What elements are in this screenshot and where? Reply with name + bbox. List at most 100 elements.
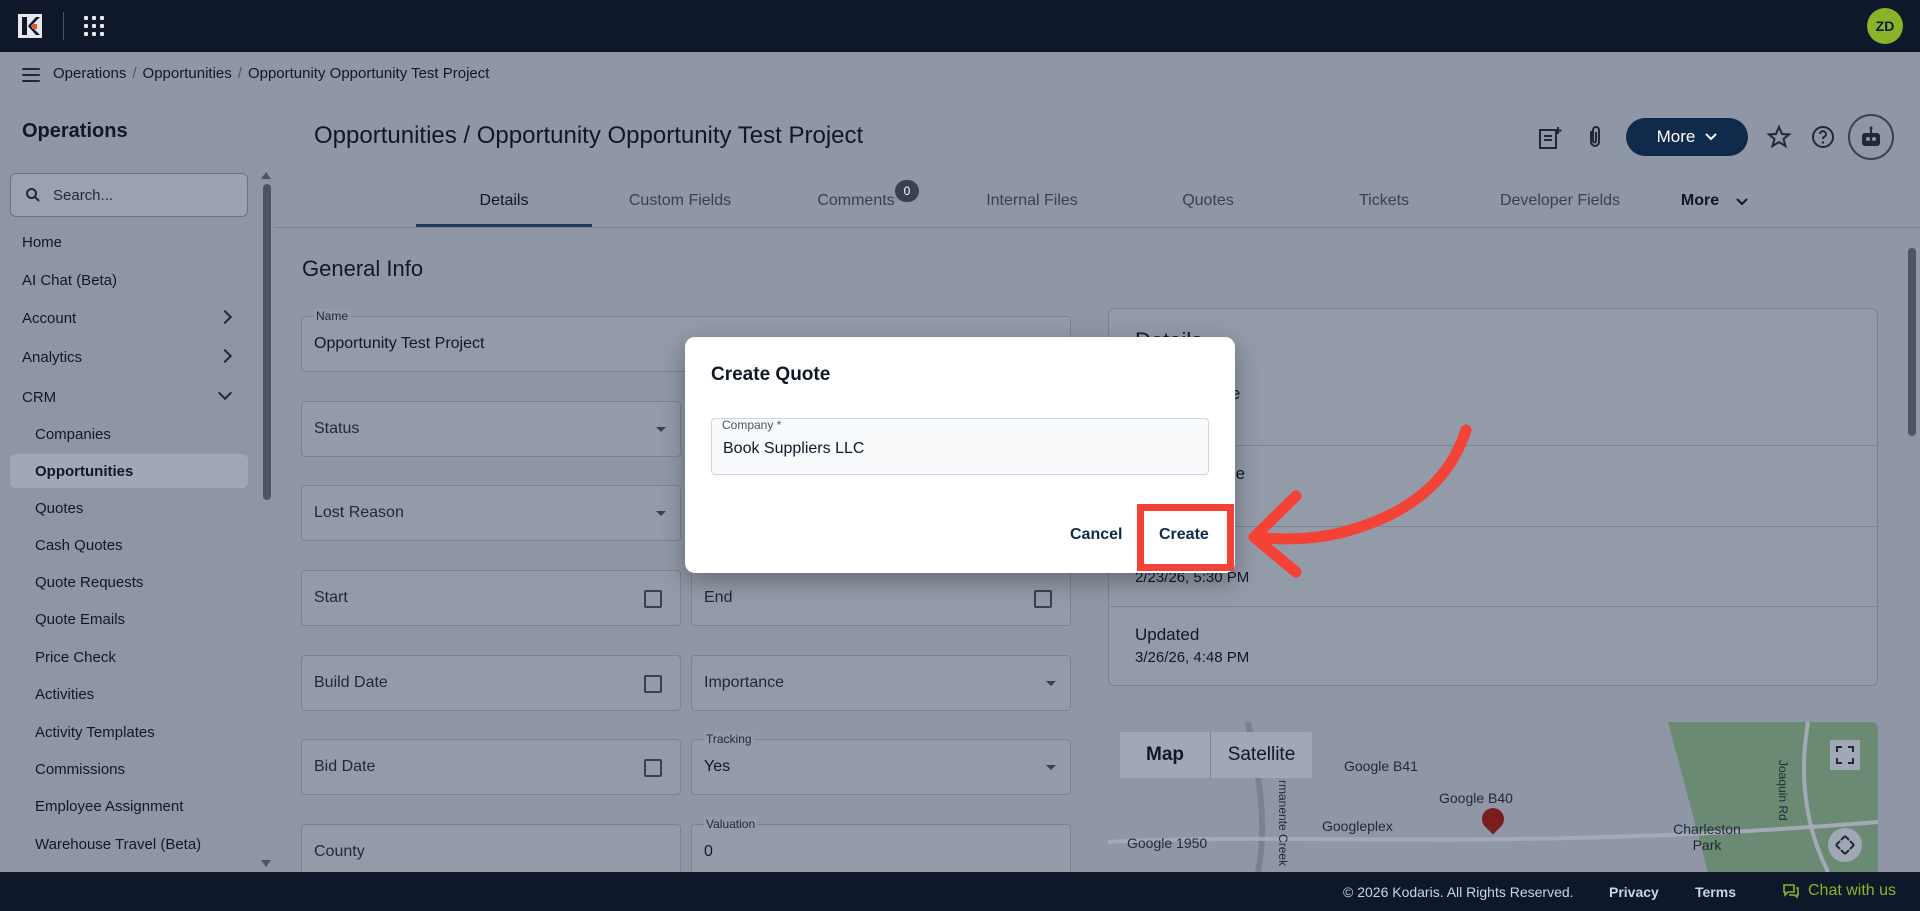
scroll-up-icon[interactable] xyxy=(261,172,271,179)
sidebar-search-input[interactable]: Search... xyxy=(10,173,248,217)
chevron-right-icon xyxy=(217,348,233,364)
end-date-field[interactable]: End xyxy=(691,570,1071,626)
calendar-icon[interactable] xyxy=(644,590,662,608)
sidebar-item-crm[interactable]: CRM xyxy=(22,389,56,406)
menu-hamburger-icon[interactable] xyxy=(22,68,40,82)
bid-date-field[interactable]: Bid Date xyxy=(301,739,681,795)
privacy-link[interactable]: Privacy xyxy=(1609,884,1659,900)
tab-developer-fields[interactable]: Developer Fields xyxy=(1472,192,1648,210)
chat-with-us-button[interactable]: Chat with us xyxy=(1782,882,1896,900)
comments-count-badge: 0 xyxy=(895,180,919,202)
top-bar xyxy=(0,0,1920,52)
lost-reason-select[interactable]: Lost Reason xyxy=(301,485,681,541)
tab-more[interactable]: More xyxy=(1680,192,1720,210)
dropdown-arrow-icon xyxy=(656,427,666,432)
sidebar-item-companies[interactable]: Companies xyxy=(35,426,111,443)
main-scroll-thumb[interactable] xyxy=(1908,248,1916,436)
valuation-label: Valuation xyxy=(704,817,758,831)
sidebar-title: Operations xyxy=(22,120,128,142)
cancel-button[interactable]: Cancel xyxy=(1070,526,1122,544)
chevron-down-icon[interactable] xyxy=(1736,198,1748,206)
apps-grid-icon[interactable] xyxy=(84,16,104,36)
sidebar-item-cash-quotes[interactable]: Cash Quotes xyxy=(35,537,123,554)
sidebar-item-home[interactable]: Home xyxy=(22,234,62,251)
page-title: Opportunities / Opportunity Opportunity … xyxy=(314,122,864,149)
more-actions-button[interactable]: More xyxy=(1626,118,1748,156)
attachment-icon[interactable] xyxy=(1582,124,1608,150)
lost-reason-placeholder: Lost Reason xyxy=(314,504,404,521)
tab-custom-fields[interactable]: Custom Fields xyxy=(592,192,768,210)
add-note-icon[interactable] xyxy=(1537,125,1563,151)
build-date-placeholder: Build Date xyxy=(314,674,388,691)
map-label-google-b40: Google B40 xyxy=(1439,790,1513,806)
bid-date-placeholder: Bid Date xyxy=(314,758,376,775)
map-label-charleston-park: Charleston Park xyxy=(1673,821,1741,853)
star-icon[interactable] xyxy=(1766,124,1792,150)
importance-placeholder: Importance xyxy=(704,674,785,691)
scroll-down-icon[interactable] xyxy=(261,860,271,867)
map-pan-control-icon[interactable] xyxy=(1828,828,1862,862)
start-placeholder: Start xyxy=(314,589,348,606)
sidebar-item-ai-chat[interactable]: AI Chat (Beta) xyxy=(22,272,117,289)
fullscreen-icon[interactable] xyxy=(1830,740,1860,770)
chat-icon xyxy=(1783,884,1799,899)
active-tab-indicator xyxy=(416,224,592,227)
satellite-tab[interactable]: Satellite xyxy=(1210,732,1312,778)
map-label-permanente-creek: rmanente Creek xyxy=(1276,780,1290,867)
status-select[interactable]: Status xyxy=(301,401,681,457)
build-date-field[interactable]: Build Date xyxy=(301,655,681,711)
help-icon[interactable] xyxy=(1810,124,1836,150)
tracking-value: Yes xyxy=(704,758,731,775)
top-divider xyxy=(63,12,64,40)
valuation-value: 0 xyxy=(704,843,713,860)
start-date-field[interactable]: Start xyxy=(301,570,681,626)
terms-link[interactable]: Terms xyxy=(1695,884,1736,900)
sidebar-item-price-check[interactable]: Price Check xyxy=(35,649,116,666)
tracking-select[interactable]: Tracking Yes xyxy=(691,732,1071,795)
breadcrumb-opportunities[interactable]: Opportunities xyxy=(143,65,232,82)
breadcrumb-current: Opportunity Opportunity Test Project xyxy=(247,65,490,82)
sidebar-item-account[interactable]: Account xyxy=(22,310,76,327)
sidebar-item-quote-emails[interactable]: Quote Emails xyxy=(35,611,125,628)
kodaris-logo-icon[interactable] xyxy=(18,14,42,38)
sidebar-item-opportunities[interactable]: Opportunities xyxy=(35,463,133,480)
breadcrumb-separator: / xyxy=(237,65,242,82)
sidebar-item-quotes[interactable]: Quotes xyxy=(35,500,83,517)
chevron-right-icon xyxy=(217,309,233,325)
breadcrumb-operations[interactable]: Operations xyxy=(53,65,126,82)
company-field[interactable]: Company * Book Suppliers LLC xyxy=(711,418,1209,475)
sidebar-item-analytics[interactable]: Analytics xyxy=(22,349,82,366)
tab-internal-files[interactable]: Internal Files xyxy=(944,192,1120,210)
dropdown-arrow-icon xyxy=(656,511,666,516)
sidebar-item-quote-requests[interactable]: Quote Requests xyxy=(35,574,143,591)
tab-quotes[interactable]: Quotes xyxy=(1120,192,1296,210)
user-avatar[interactable]: ZD xyxy=(1867,8,1903,44)
sidebar-item-employee-assignment[interactable]: Employee Assignment xyxy=(35,798,183,815)
map-label-googleplex: Googleplex xyxy=(1322,818,1393,834)
sidebar-item-activity-templates[interactable]: Activity Templates xyxy=(35,724,155,741)
robot-icon xyxy=(1862,126,1880,146)
details-updated-label: Updated xyxy=(1135,625,1200,644)
map-type-toggle: Map Satellite xyxy=(1120,732,1312,778)
importance-select[interactable]: Importance xyxy=(691,655,1071,711)
details-divider xyxy=(1108,606,1878,607)
tab-details[interactable]: Details xyxy=(416,192,592,210)
chevron-down-icon xyxy=(217,385,233,401)
calendar-icon[interactable] xyxy=(644,759,662,777)
tab-tickets[interactable]: Tickets xyxy=(1296,192,1472,210)
end-placeholder: End xyxy=(704,589,733,606)
sidebar-item-commissions[interactable]: Commissions xyxy=(35,761,125,778)
sidebar-scroll-thumb[interactable] xyxy=(263,184,271,500)
map-tab[interactable]: Map xyxy=(1120,732,1210,778)
copyright-text: © 2026 Kodaris. All Rights Reserved. xyxy=(1343,884,1574,900)
county-placeholder: County xyxy=(314,843,365,860)
ai-assistant-button[interactable] xyxy=(1848,114,1894,160)
calendar-icon[interactable] xyxy=(1034,590,1052,608)
map-label-google-b41: Google B41 xyxy=(1344,758,1418,774)
annotation-arrow-icon xyxy=(1248,424,1472,578)
more-button-label: More xyxy=(1656,127,1696,146)
calendar-icon[interactable] xyxy=(644,675,662,693)
sidebar-item-activities[interactable]: Activities xyxy=(35,686,94,703)
search-icon xyxy=(26,188,40,202)
sidebar-item-warehouse-travel[interactable]: Warehouse Travel (Beta) xyxy=(35,836,201,853)
